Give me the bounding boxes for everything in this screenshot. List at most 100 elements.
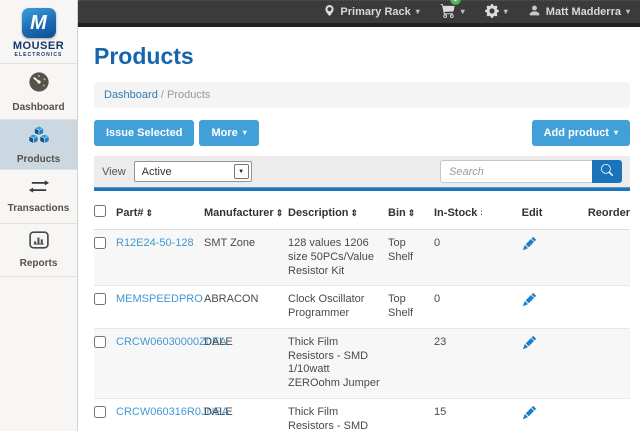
description-cell: 128 values 1206 size 50PCs/Value Resisto…	[288, 230, 388, 286]
reorder-cell	[582, 398, 630, 431]
cart-icon: 0	[440, 3, 456, 21]
more-label: More	[211, 127, 237, 139]
sidebar-item-label: Products	[17, 154, 60, 165]
search-button[interactable]	[592, 160, 622, 183]
in-stock-cell: 0	[434, 286, 482, 329]
cubes-icon	[26, 125, 52, 150]
select-all-header	[94, 201, 116, 230]
view-select-value: Active	[142, 166, 172, 178]
manufacturer-cell: DALE	[204, 328, 288, 398]
reorder-cell	[582, 230, 630, 286]
location-pin-icon	[324, 4, 335, 20]
view-select[interactable]: Active ▼	[134, 161, 252, 182]
column-header-manufacturer[interactable]: Manufacturer⇕	[204, 201, 288, 230]
sidebar-item-transactions[interactable]: Transactions	[0, 170, 77, 224]
column-header-label: Bin	[388, 207, 406, 219]
sort-icon: ⇕	[479, 208, 482, 218]
breadcrumb-current: Products	[167, 89, 210, 101]
pencil-icon[interactable]	[523, 340, 536, 352]
column-header-part-[interactable]: Part#⇕	[116, 201, 204, 230]
bin-cell: Top Shelf	[388, 230, 434, 286]
user-icon	[528, 4, 541, 20]
user-name: Matt Madderra	[546, 6, 621, 18]
column-header-description[interactable]: Description⇕	[288, 201, 388, 230]
sort-icon: ⇕	[408, 208, 416, 218]
sidebar-item-reports[interactable]: Reports	[0, 224, 77, 277]
search-icon	[601, 164, 613, 179]
manufacturer-cell: SMT Zone	[204, 230, 288, 286]
bin-cell	[388, 328, 434, 398]
sidebar-item-dashboard[interactable]: Dashboard	[0, 64, 77, 120]
bin-cell	[388, 398, 434, 431]
breadcrumb-dashboard-link[interactable]: Dashboard	[104, 89, 158, 101]
view-group: View Active ▼	[102, 161, 252, 182]
column-header-edit: Edit	[482, 201, 582, 230]
chevron-down-icon: ▾	[504, 8, 508, 16]
accent-divider	[94, 187, 630, 191]
row-checkbox[interactable]	[94, 406, 106, 418]
in-stock-cell: 0	[434, 230, 482, 286]
location-selector[interactable]: Primary Rack ▾	[324, 4, 419, 20]
reorder-cell	[582, 328, 630, 398]
main-content: Products Dashboard / Products Issue Sele…	[78, 27, 640, 431]
brand-subtitle: ELECTRONICS	[15, 52, 63, 59]
manufacturer-cell: ABRACON	[204, 286, 288, 329]
search-input[interactable]	[440, 160, 592, 183]
chevron-down-icon: ▾	[626, 8, 630, 16]
table-row: CRCW06030000Z0EADALEThick Film Resistors…	[94, 328, 630, 398]
brand-name: MOUSER	[13, 41, 64, 52]
sidebar-item-products[interactable]: Products	[0, 120, 77, 170]
filter-bar: View Active ▼	[94, 156, 630, 187]
row-checkbox[interactable]	[94, 237, 106, 249]
row-checkbox[interactable]	[94, 293, 106, 305]
page-title: Products	[94, 43, 630, 70]
brand-logo[interactable]: M MOUSER ELECTRONICS	[0, 0, 77, 64]
sidebar-item-label: Reports	[20, 258, 58, 269]
reorder-cell	[582, 286, 630, 329]
select-all-checkbox[interactable]	[94, 205, 106, 217]
topbar: Primary Rack ▾ 0 ▾ ▾ Matt Madderra ▾	[78, 0, 640, 27]
edit-cell	[482, 328, 582, 398]
gauge-icon	[28, 71, 50, 98]
breadcrumb: Dashboard / Products	[94, 82, 630, 108]
description-cell: Thick Film Resistors - SMD 1/10watt ZERO…	[288, 328, 388, 398]
column-header-label: Manufacturer	[204, 207, 274, 219]
part-number-link[interactable]: MEMSPEEDPRO	[116, 293, 203, 305]
sort-icon: ⇕	[351, 208, 359, 218]
more-button[interactable]: More▾	[199, 120, 258, 146]
sort-icon: ⇕	[146, 208, 154, 218]
in-stock-cell: 15	[434, 398, 482, 431]
manufacturer-cell: DALE	[204, 398, 288, 431]
add-product-button[interactable]: Add product ▾	[532, 120, 630, 146]
edit-cell	[482, 230, 582, 286]
column-header-label: Description	[288, 207, 349, 219]
column-header-bin[interactable]: Bin⇕	[388, 201, 434, 230]
cart-menu[interactable]: 0 ▾	[440, 3, 465, 21]
settings-menu[interactable]: ▾	[485, 4, 508, 21]
edit-cell	[482, 286, 582, 329]
pencil-icon[interactable]	[523, 410, 536, 422]
sidebar-item-label: Dashboard	[12, 102, 64, 113]
location-label: Primary Rack	[340, 6, 410, 18]
table-row: MEMSPEEDPROABRACONClock Oscillator Progr…	[94, 286, 630, 329]
table-header-row: Part#⇕Manufacturer⇕Description⇕Bin⇕In-St…	[94, 201, 630, 230]
edit-cell	[482, 398, 582, 431]
part-number-link[interactable]: R12E24-50-128	[116, 237, 194, 249]
issue-selected-label: Issue Selected	[106, 127, 182, 139]
column-header-label: In-Stock	[434, 207, 477, 219]
description-cell: Clock Oscillator Programmer	[288, 286, 388, 329]
chevron-down-icon: ▾	[614, 129, 618, 137]
issue-selected-button[interactable]: Issue Selected	[94, 120, 194, 146]
add-product-label: Add product	[544, 127, 609, 139]
description-cell: Thick Film Resistors - SMD 1/10watt 16oh…	[288, 398, 388, 431]
user-menu[interactable]: Matt Madderra ▾	[528, 4, 630, 20]
column-header-label: Reorder	[588, 207, 630, 219]
column-header-in-stock[interactable]: In-Stock⇕	[434, 201, 482, 230]
pencil-icon[interactable]	[523, 297, 536, 309]
bar-chart-icon	[29, 231, 49, 254]
bin-cell: Top Shelf	[388, 286, 434, 329]
column-header-label: Part#	[116, 207, 144, 219]
chevron-down-icon: ▾	[416, 8, 420, 16]
pencil-icon[interactable]	[523, 241, 536, 253]
row-checkbox[interactable]	[94, 336, 106, 348]
